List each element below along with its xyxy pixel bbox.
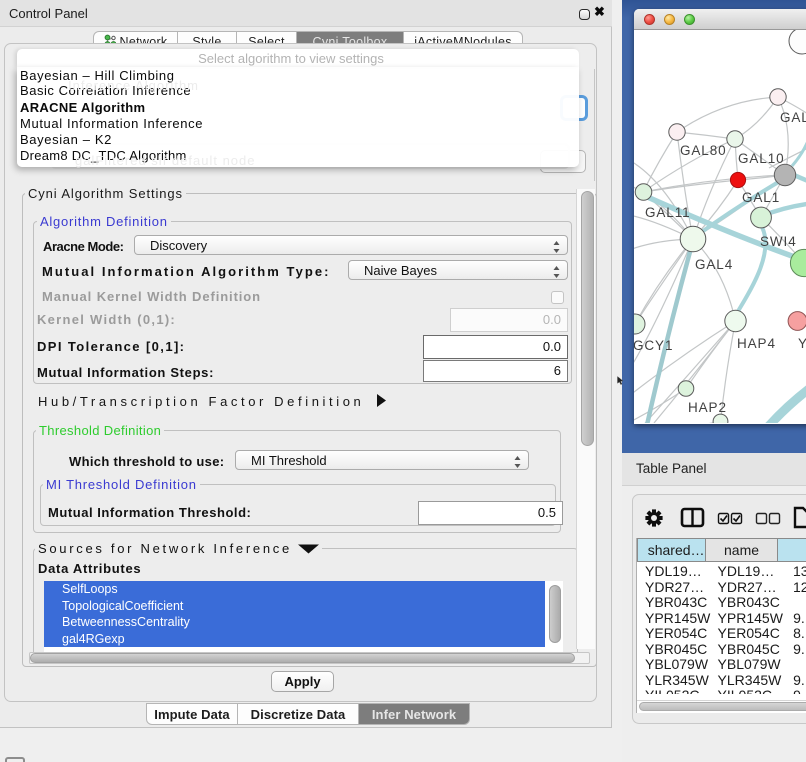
svg-text:HAP4: HAP4 (737, 336, 776, 351)
svg-text:GAL11: GAL11 (645, 205, 691, 220)
svg-text:GAL1: GAL1 (742, 190, 780, 205)
svg-text:GCY1: GCY1 (634, 338, 673, 353)
svg-text:GAL10: GAL10 (738, 151, 785, 166)
svg-text:SWI4: SWI4 (760, 234, 797, 249)
svg-text:GAL80: GAL80 (680, 143, 727, 158)
svg-text:GAL7: GAL7 (780, 110, 806, 125)
svg-text:Y: Y (798, 336, 806, 351)
svg-text:GAL4: GAL4 (695, 257, 733, 272)
svg-text:HAP2: HAP2 (688, 400, 727, 415)
